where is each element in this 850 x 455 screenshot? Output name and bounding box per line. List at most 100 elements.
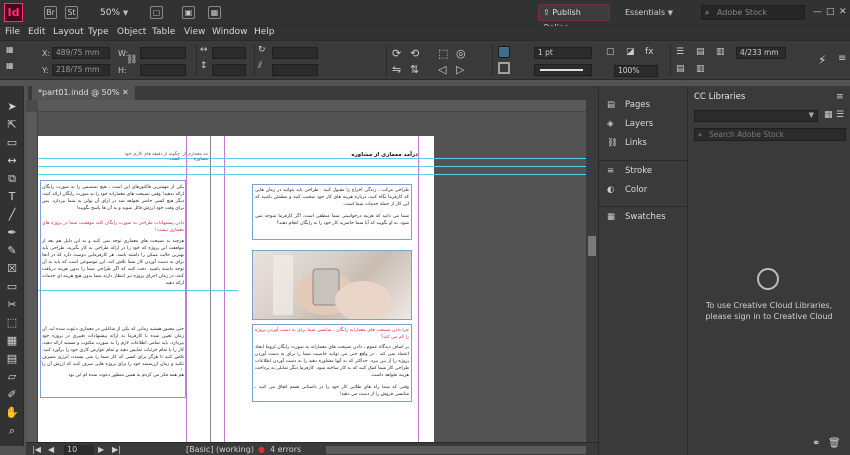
hand-tool-icon[interactable]: ✋ [5, 406, 19, 420]
scrollbar-thumb[interactable] [588, 236, 596, 256]
type-tool-icon[interactable]: T [5, 190, 19, 204]
gradient-feather-tool-icon[interactable]: ▤ [5, 352, 19, 366]
menu-view[interactable]: View [184, 27, 205, 37]
gap-tool-icon[interactable]: ↔ [5, 154, 19, 168]
reference-point-icon[interactable]: ▦ [6, 61, 14, 70]
free-transform-tool-icon[interactable]: ⬚ [5, 316, 19, 330]
library-select[interactable]: ▼ [694, 110, 818, 122]
scale-x-field[interactable] [212, 47, 246, 59]
shear-field[interactable] [272, 64, 318, 76]
phone-photo-frame[interactable] [252, 250, 412, 320]
vertical-ruler[interactable] [26, 112, 38, 442]
scissors-tool-icon[interactable]: ✂ [5, 298, 19, 312]
direct-selection-tool-icon[interactable]: ⇱ [5, 118, 19, 132]
auto-fit-icon[interactable]: ▥ [716, 47, 725, 57]
stock-button[interactable]: St [65, 6, 78, 19]
opacity-field[interactable]: 100% [614, 65, 658, 77]
frame-tool-icon[interactable]: ☒ [5, 262, 19, 276]
horizontal-ruler[interactable] [38, 100, 586, 112]
reference-point-icon[interactable]: ▦ [6, 45, 14, 54]
horizontal-scrollbar[interactable] [326, 446, 586, 454]
bridge-button[interactable]: Br [44, 6, 57, 19]
stroke-type-select[interactable] [534, 64, 592, 76]
effects-icon[interactable]: fx [645, 47, 654, 57]
previous-page-icon[interactable]: ◀ [48, 445, 54, 454]
w-field[interactable] [140, 47, 186, 59]
workspace-switcher[interactable]: Essentials ▼ [625, 8, 673, 17]
eyedropper-tool-icon[interactable]: ✐ [5, 388, 19, 402]
width-field[interactable]: 4/233 mm [736, 47, 786, 59]
page-number-field[interactable]: 10 [64, 445, 94, 455]
minimize-icon[interactable]: — [813, 7, 822, 17]
menu-object[interactable]: Object [117, 27, 146, 37]
panel-links[interactable]: ⛓ Links [607, 138, 647, 152]
panel-layers[interactable]: ◈ Layers [607, 119, 653, 133]
stroke-weight-field[interactable]: 1 pt [534, 47, 592, 59]
select-next-icon[interactable]: ▷ [456, 63, 464, 76]
text-wrap-icon[interactable]: ☰ [676, 47, 684, 57]
close-icon[interactable]: ✕ [122, 88, 129, 97]
panel-menu-icon[interactable]: ≡ [838, 53, 846, 64]
rectangle-tool-icon[interactable]: ▭ [5, 280, 19, 294]
page-tool-icon[interactable]: ▭ [5, 136, 19, 150]
select-container-icon[interactable]: ⬚ [438, 47, 448, 60]
align-center-icon[interactable]: ▥ [696, 64, 705, 74]
last-page-icon[interactable]: ▶| [112, 445, 121, 454]
document-canvas[interactable]: چگونه از دقیقه های کاری خود کسب... مد مع… [38, 112, 586, 442]
selection-tool-icon[interactable]: ➤ [5, 100, 19, 114]
flip-horizontal-icon[interactable]: ⇋ [392, 63, 401, 76]
next-page-icon[interactable]: ▶ [98, 445, 104, 454]
scale-y-icon[interactable]: ↕ [200, 61, 208, 71]
menu-type[interactable]: Type [88, 27, 109, 37]
grid-view-icon[interactable]: ▦ [824, 110, 833, 120]
pen-tool-icon[interactable]: ✒ [5, 226, 19, 240]
arrange-documents-icon[interactable]: ▦ [208, 6, 221, 19]
line-tool-icon[interactable]: ╱ [5, 208, 19, 222]
note-tool-icon[interactable]: ▱ [5, 370, 19, 384]
panel-pages[interactable]: ▤ Pages [607, 100, 650, 114]
ruler-guide[interactable] [38, 166, 586, 167]
ruler-guide[interactable] [38, 174, 586, 175]
rotate-icon[interactable]: ↻ [258, 45, 266, 55]
preflight-errors[interactable]: 4 errors [270, 445, 301, 454]
first-page-icon[interactable]: |◀ [32, 445, 41, 454]
lightning-icon[interactable]: ⚡ [818, 53, 826, 67]
panel-swatches[interactable]: ▦ Swatches [607, 212, 666, 226]
preflight-profile[interactable]: [Basic] (working) [186, 445, 254, 454]
library-search-input[interactable]: ⌕ Search Adobe Stock [694, 128, 846, 141]
adobe-stock-search[interactable]: ⌕ Adobe Stock [701, 5, 805, 20]
panel-menu-icon[interactable]: ≡ [836, 92, 844, 102]
vertical-scrollbar[interactable] [586, 100, 598, 442]
cc-libraries-tab[interactable]: CC Libraries [694, 92, 745, 102]
stroke-swatch[interactable] [498, 62, 510, 74]
publish-online-button[interactable]: ⇪ Publish Online [538, 4, 610, 32]
fill-swatch[interactable] [498, 46, 510, 58]
menu-window[interactable]: Window [212, 27, 248, 37]
menu-table[interactable]: Table [152, 27, 175, 37]
scale-x-icon[interactable]: ↔ [200, 45, 208, 55]
align-left-icon[interactable]: ▤ [676, 64, 685, 74]
zoom-level[interactable]: 50% ▼ [100, 8, 128, 18]
shadow-icon[interactable]: ◪ [626, 47, 635, 57]
creative-cloud-icon[interactable]: ⚭ [812, 438, 820, 449]
rotate-cw-icon[interactable]: ⟳ [392, 47, 401, 60]
rotate-ccw-icon[interactable]: ⟲ [410, 47, 419, 60]
document-tab[interactable]: *part01.indd @ 50% ✕ [32, 86, 135, 100]
ruler-origin[interactable] [26, 100, 38, 112]
zoom-tool-icon[interactable]: ⌕ [5, 424, 19, 438]
y-field[interactable]: 218/75 mm [52, 64, 110, 76]
menu-file[interactable]: File [5, 27, 20, 37]
rotate-field[interactable] [272, 47, 318, 59]
content-collector-icon[interactable]: ⧉ [5, 172, 19, 186]
constrain-proportions-icon[interactable]: ⛓ [126, 55, 137, 65]
x-field[interactable]: 489/75 mm [52, 47, 110, 59]
maximize-icon[interactable]: □ [826, 7, 835, 17]
gradient-tool-icon[interactable]: ▦ [5, 334, 19, 348]
panel-stroke[interactable]: ≡ Stroke [607, 166, 652, 180]
scale-y-field[interactable] [212, 64, 246, 76]
select-previous-icon[interactable]: ◁ [438, 63, 446, 76]
select-content-icon[interactable]: ◎ [456, 47, 466, 60]
list-view-icon[interactable]: ☰ [836, 110, 844, 120]
text-wrap-object-icon[interactable]: ▤ [696, 47, 705, 57]
menu-help[interactable]: Help [254, 27, 275, 37]
